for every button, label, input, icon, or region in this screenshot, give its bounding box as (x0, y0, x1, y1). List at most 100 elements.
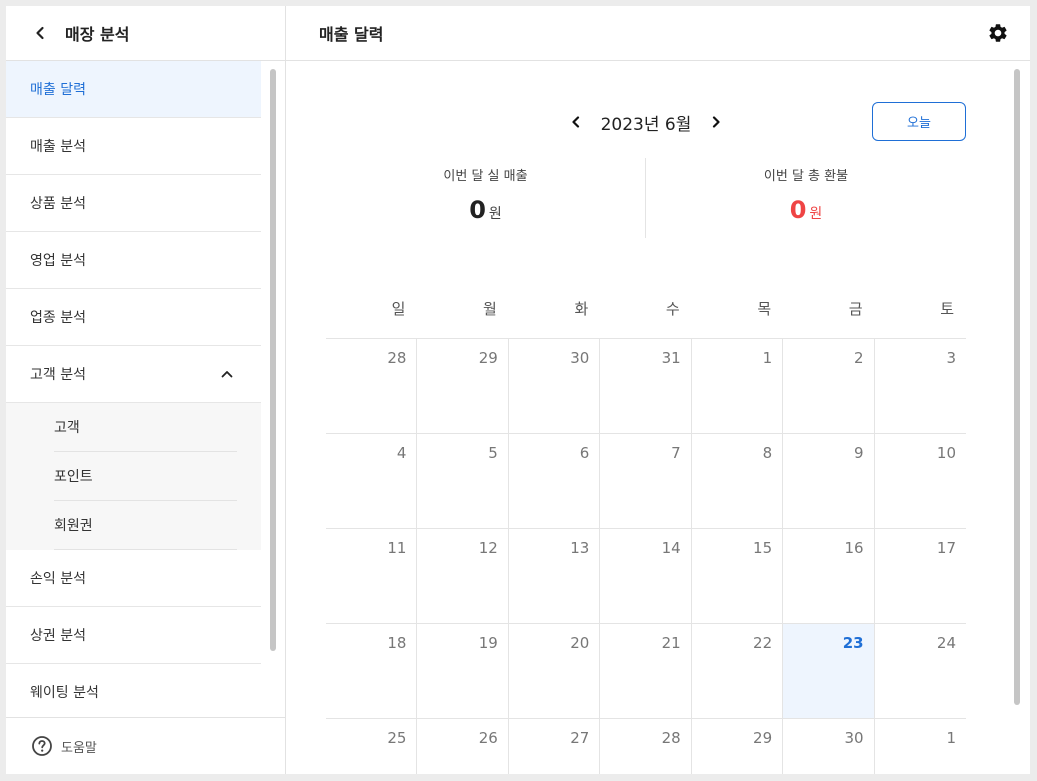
gear-icon[interactable] (987, 22, 1009, 44)
sidebar-item-waiting-analysis[interactable]: 웨이팅 분석 (6, 664, 261, 717)
help-link[interactable]: 도움말 (6, 717, 285, 774)
calendar-day-cell[interactable]: 10 (874, 434, 966, 529)
chevron-left-icon (572, 116, 579, 128)
sidebar-item-label: 매출 달력 (30, 82, 86, 98)
sidebar-subitem-label: 고객 (54, 420, 80, 436)
calendar-day-cell[interactable]: 21 (600, 624, 692, 719)
calendar-day-cell[interactable]: 27 (509, 719, 601, 774)
calendar-day-cell[interactable]: 11 (326, 529, 418, 624)
month-label: 2023년 6월 (600, 114, 692, 135)
calendar-day-cell[interactable]: 7 (600, 434, 692, 529)
calendar-day-cell[interactable]: 16 (783, 529, 875, 624)
sidebar-item-label: 영업 분석 (30, 253, 86, 269)
calendar-day-cell[interactable]: 31 (600, 339, 692, 434)
refund-value-row: 0원 (646, 196, 966, 224)
sidebar-subitem-label: 회원권 (54, 518, 93, 534)
help-label: 도움말 (61, 740, 97, 756)
calendar-day-cell[interactable]: 18 (326, 624, 418, 719)
sidebar-subitem-label: 포인트 (54, 469, 93, 485)
calendar-day-cell[interactable]: 1 (875, 719, 966, 774)
refund-label: 이번 달 총 환불 (763, 169, 849, 184)
sidebar-item-area-analysis[interactable]: 상권 분석 (6, 607, 261, 664)
calendar-day-cell[interactable]: 28 (600, 719, 692, 774)
sidebar-subitem-membership[interactable]: 회원권 (54, 501, 237, 550)
sidebar-item-business-analysis[interactable]: 영업 분석 (6, 232, 261, 289)
weekday-header: 일 월 화 수 목 금 토 (326, 295, 966, 339)
calendar-day-cell[interactable]: 12 (417, 529, 509, 624)
calendar-grid: 28 29 30 31 1 2 3 4 5 6 7 8 9 10 11 12 13 14 15 16 17 18 19 20 2… (326, 339, 966, 774)
back-button[interactable] (27, 20, 53, 46)
app-window: 매장 분석 매출 달력 매출 분석 상품 분석 영업 분석 업종 분석 고객 분… (6, 6, 1030, 774)
sidebar-item-sales-calendar[interactable]: 매출 달력 (6, 61, 261, 118)
calendar-day-cell[interactable]: 28 (326, 339, 418, 434)
sidebar-item-sales-analysis[interactable]: 매출 분석 (6, 118, 261, 175)
calendar-day-cell[interactable]: 1 (691, 339, 784, 434)
customer-submenu: 고객 포인트 회원권 (6, 403, 261, 550)
sidebar-title: 매장 분석 (65, 25, 130, 44)
weekday-label: 화 (574, 300, 589, 318)
monthly-summary: 이번 달 실 매출 0원 이번 달 총 환불 0원 (326, 158, 966, 238)
sidebar-item-label: 상권 분석 (30, 628, 86, 644)
weekday-label: 토 (940, 300, 954, 318)
sidebar-item-industry-analysis[interactable]: 업종 분석 (6, 289, 261, 346)
sales-label: 이번 달 실 매출 (443, 169, 528, 184)
next-month-button[interactable] (705, 111, 727, 133)
sidebar-subitem-customer[interactable]: 고객 (54, 403, 237, 452)
sidebar-item-label: 상품 분석 (30, 196, 86, 212)
calendar-day-cell[interactable]: 29 (692, 719, 784, 774)
calendar-day-cell[interactable]: 25 (326, 719, 418, 774)
sales-summary: 이번 달 실 매출 0원 (326, 158, 646, 238)
refund-unit: 원 (809, 206, 823, 222)
today-button[interactable]: 오늘 (872, 102, 966, 141)
main-content: 매출 달력 2023년 6월 오늘 이번 달 실 매출 0원 이번 달 총 환불… (286, 6, 1030, 774)
sidebar-item-customer-analysis[interactable]: 고객 분석 (6, 346, 261, 403)
sidebar-item-profit-analysis[interactable]: 손익 분석 (6, 550, 261, 607)
calendar-day-cell[interactable]: 24 (874, 624, 966, 719)
calendar-day-cell[interactable]: 23 (783, 624, 875, 719)
chevron-up-icon (221, 371, 233, 378)
sidebar-item-product-analysis[interactable]: 상품 분석 (6, 175, 261, 232)
calendar-day-cell[interactable]: 15 (691, 529, 784, 624)
weekday-label: 목 (757, 300, 772, 318)
chevron-left-icon (36, 26, 44, 40)
sales-value: 0 (469, 196, 486, 224)
sidebar-subitem-points[interactable]: 포인트 (54, 452, 237, 501)
calendar-day-cell[interactable]: 19 (417, 624, 509, 719)
chevron-right-icon (713, 116, 720, 128)
question-circle-icon (32, 736, 52, 756)
calendar-day-cell[interactable]: 30 (508, 339, 601, 434)
calendar-day-cell[interactable]: 13 (508, 529, 601, 624)
prev-month-button[interactable] (565, 111, 587, 133)
sidebar-item-label: 고객 분석 (30, 367, 86, 383)
calendar-day-cell[interactable]: 17 (874, 529, 966, 624)
calendar-day-cell[interactable]: 26 (417, 719, 509, 774)
calendar-day-cell[interactable]: 8 (691, 434, 784, 529)
calendar-day-cell[interactable]: 29 (417, 339, 509, 434)
sidebar-item-label: 웨이팅 분석 (30, 685, 99, 701)
calendar-day-cell[interactable]: 3 (874, 339, 966, 434)
sales-unit: 원 (488, 206, 502, 222)
sidebar-header: 매장 분석 (6, 6, 285, 61)
weekday-label: 일 (391, 300, 406, 318)
calendar-day-cell[interactable]: 9 (783, 434, 875, 529)
weekday-label: 수 (665, 300, 680, 318)
main-header: 매출 달력 (286, 6, 1030, 61)
calendar-day-cell[interactable]: 6 (508, 434, 601, 529)
calendar-day-cell[interactable]: 22 (691, 624, 784, 719)
calendar-day-cell[interactable]: 20 (508, 624, 601, 719)
refund-value: 0 (789, 196, 807, 224)
main-scrollbar[interactable] (1014, 69, 1020, 705)
sidebar-item-label: 업종 분석 (30, 310, 86, 326)
calendar-day-cell[interactable]: 5 (417, 434, 509, 529)
sidebar: 매장 분석 매출 달력 매출 분석 상품 분석 영업 분석 업종 분석 고객 분… (6, 6, 286, 774)
sidebar-scrollbar[interactable] (270, 69, 276, 651)
calendar-day-cell[interactable]: 2 (783, 339, 875, 434)
calendar-day-cell[interactable]: 4 (326, 434, 418, 529)
sidebar-item-label: 매출 분석 (30, 139, 86, 155)
calendar-day-cell[interactable]: 14 (600, 529, 692, 624)
weekday-label: 월 (483, 300, 497, 318)
page-title: 매출 달력 (319, 25, 384, 44)
sidebar-item-label: 손익 분석 (30, 571, 86, 587)
sales-value-row: 0원 (326, 196, 645, 224)
calendar-day-cell[interactable]: 30 (783, 719, 875, 774)
